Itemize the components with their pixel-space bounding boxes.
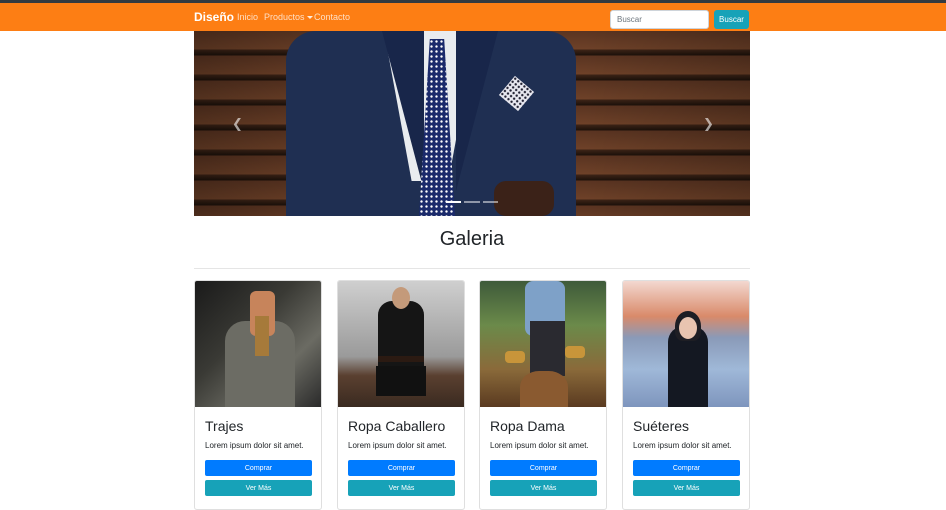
hands-image (494, 181, 554, 216)
buy-button[interactable]: Comprar (348, 460, 455, 476)
card-title: Suéteres (633, 418, 690, 434)
product-card-ropa-dama: Ropa Dama Lorem ipsum dolor sit amet. Co… (479, 280, 607, 510)
see-more-button[interactable]: Ver Más (205, 480, 312, 496)
card-image-sueteres (623, 281, 749, 407)
carousel-indicator[interactable] (464, 201, 480, 203)
card-text: Lorem ipsum dolor sit amet. (205, 441, 304, 450)
card-image-ropa-dama (480, 281, 606, 407)
gallery-title: Galeria (439, 228, 505, 250)
chevron-left-icon[interactable]: ❮ (232, 116, 243, 132)
card-title: Ropa Dama (490, 418, 565, 434)
card-title: Trajes (205, 418, 244, 434)
carousel-indicator[interactable] (482, 201, 498, 203)
caret-down-icon (306, 16, 313, 20)
card-text: Lorem ipsum dolor sit amet. (490, 441, 589, 450)
product-card-sueteres: Suéteres Lorem ipsum dolor sit amet. Com… (622, 280, 750, 510)
buy-button[interactable]: Comprar (205, 460, 312, 476)
card-image-ropa-caballero (338, 281, 464, 407)
product-card-trajes: Trajes Lorem ipsum dolor sit amet. Compr… (194, 280, 322, 510)
divider (194, 268, 750, 269)
carousel-indicator[interactable] (446, 201, 462, 203)
card-title: Ropa Caballero (348, 418, 446, 434)
see-more-button[interactable]: Ver Más (633, 480, 740, 496)
card-text: Lorem ipsum dolor sit amet. (348, 441, 447, 450)
nav-dropdown-productos[interactable]: Productos (264, 12, 313, 22)
see-more-button[interactable]: Ver Más (490, 480, 597, 496)
brand-logo[interactable]: Diseño (194, 10, 234, 24)
navbar: Diseño Inicio Productos Contacto Buscar (0, 3, 946, 31)
nav-link-inicio[interactable]: Inicio (237, 12, 258, 22)
nav-link-contacto[interactable]: Contacto (314, 12, 350, 22)
card-image-trajes (195, 281, 321, 407)
buy-button[interactable]: Comprar (490, 460, 597, 476)
hero-carousel: ❮ ❯ (194, 31, 750, 216)
search-input[interactable] (610, 10, 709, 29)
nav-link-productos-label: Productos (264, 12, 305, 22)
see-more-button[interactable]: Ver Más (348, 480, 455, 496)
card-text: Lorem ipsum dolor sit amet. (633, 441, 732, 450)
carousel-indicators (446, 201, 498, 204)
search-button[interactable]: Buscar (714, 10, 749, 29)
chevron-right-icon[interactable]: ❯ (703, 116, 714, 132)
product-card-ropa-caballero: Ropa Caballero Lorem ipsum dolor sit ame… (337, 280, 465, 510)
buy-button[interactable]: Comprar (633, 460, 740, 476)
